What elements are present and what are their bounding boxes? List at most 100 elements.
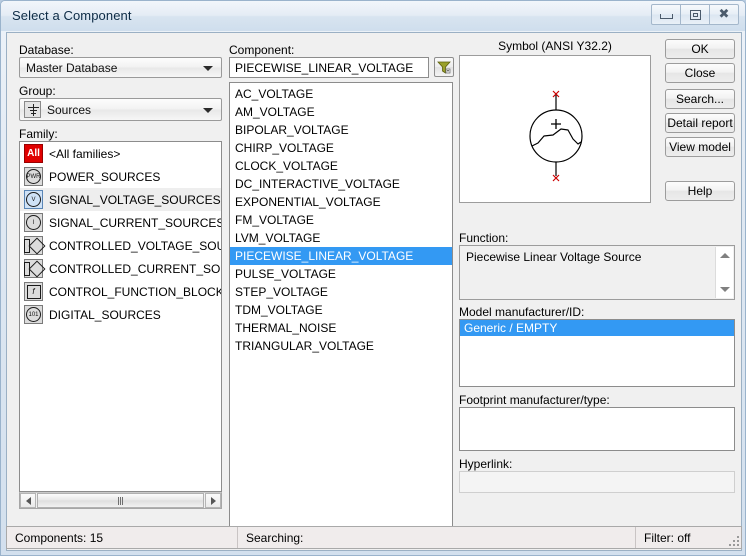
maximize-button[interactable] <box>680 4 710 25</box>
scroll-thumb[interactable] <box>37 493 204 508</box>
triangle-left-icon <box>25 496 31 505</box>
footprint-value <box>460 408 734 424</box>
database-label: Database: <box>19 43 74 57</box>
component-list-item[interactable]: PULSE_VOLTAGE <box>230 265 452 283</box>
triangle-right-icon <box>210 496 216 505</box>
model-manufacturer-item[interactable]: Generic / EMPTY <box>460 320 734 336</box>
component-list-item[interactable]: TRIANGULAR_VOLTAGE <box>230 337 452 355</box>
ok-button[interactable]: OK <box>665 39 735 59</box>
family-list-item-label: CONTROL_FUNCTION_BLOCKS <box>49 284 222 299</box>
family-list-item-label: DIGITAL_SOURCES <box>49 307 161 322</box>
footprint-listbox[interactable] <box>459 407 735 451</box>
help-button[interactable]: Help <box>665 181 735 201</box>
family-list-item-label: SIGNAL_CURRENT_SOURCES <box>49 215 222 230</box>
model-manufacturer-label: Model manufacturer/ID: <box>459 305 585 319</box>
component-list-item[interactable]: PIECEWISE_LINEAR_VOLTAGE <box>230 247 452 265</box>
component-list-item[interactable]: THERMAL_NOISE <box>230 319 452 337</box>
component-search-input[interactable]: PIECEWISE_LINEAR_VOLTAGE <box>229 57 429 78</box>
controlled-current-sources-icon <box>24 259 46 278</box>
filter-button[interactable] <box>434 57 454 77</box>
maximize-icon <box>689 9 701 20</box>
title-bar: Select a Component ✖ <box>1 1 745 31</box>
view-model-button[interactable]: View model <box>665 137 735 157</box>
status-components: Components: 15 <box>15 530 104 545</box>
control-function-blocks-icon: f <box>24 282 43 301</box>
database-combo[interactable]: Master Database <box>19 57 222 78</box>
minimize-button[interactable] <box>651 4 681 25</box>
hyperlink-input[interactable] <box>459 471 735 493</box>
sources-group-icon <box>24 101 41 118</box>
resize-grip-icon[interactable] <box>727 534 739 546</box>
controlled-voltage-sources-icon <box>24 236 46 255</box>
scroll-right-button[interactable] <box>205 493 221 508</box>
status-filter: Filter: off <box>635 527 741 548</box>
piecewise-linear-voltage-source-symbol <box>529 90 583 182</box>
component-list-item[interactable]: FM_VOLTAGE <box>230 211 452 229</box>
caption-button-group: ✖ <box>651 4 739 25</box>
component-label: Component: <box>229 43 295 57</box>
signal-voltage-sources-icon: V <box>24 190 43 209</box>
component-list-item[interactable]: CLOCK_VOLTAGE <box>230 157 452 175</box>
component-list-item[interactable]: CHIRP_VOLTAGE <box>230 139 452 157</box>
triangle-up-icon <box>719 253 730 258</box>
component-list-item[interactable]: TDM_VOLTAGE <box>230 301 452 319</box>
scroll-down-button[interactable] <box>716 281 733 298</box>
minimize-icon <box>659 14 673 19</box>
power-sources-icon: PWR <box>24 167 43 186</box>
status-bar: Components: 15 Searching: Filter: off <box>6 526 742 549</box>
family-list-item[interactable]: V SIGNAL_VOLTAGE_SOURCES <box>20 188 221 211</box>
family-list-item[interactable]: CONTROLLED_CURRENT_SOURCES <box>20 257 221 280</box>
function-value: Piecewise Linear Voltage Source <box>466 250 642 264</box>
function-label: Function: <box>459 231 509 245</box>
digital-sources-icon: 101 <box>24 305 43 324</box>
database-combo-value: Master Database <box>26 60 118 75</box>
scroll-left-button[interactable] <box>20 493 36 508</box>
function-box[interactable]: Piecewise Linear Voltage Source <box>459 245 735 300</box>
component-list-item[interactable]: AM_VOLTAGE <box>230 103 452 121</box>
model-manufacturer-listbox[interactable]: Generic / EMPTY <box>459 319 735 387</box>
component-list-item[interactable]: EXPONENTIAL_VOLTAGE <box>230 193 452 211</box>
grip-icon <box>117 496 124 505</box>
family-list-item-label: POWER_SOURCES <box>49 169 161 184</box>
all-families-icon: All <box>24 144 43 163</box>
component-list-item[interactable]: BIPOLAR_VOLTAGE <box>230 121 452 139</box>
group-combo[interactable]: Sources <box>19 98 222 121</box>
component-list-item[interactable]: AC_VOLTAGE <box>230 85 452 103</box>
detail-report-button[interactable]: Detail report <box>665 113 735 133</box>
close-button-caption[interactable]: ✖ <box>709 4 739 25</box>
component-list-item[interactable]: DC_INTERACTIVE_VOLTAGE <box>230 175 452 193</box>
family-label: Family: <box>19 127 58 141</box>
component-listbox[interactable]: AC_VOLTAGE AM_VOLTAGE BIPOLAR_VOLTAGE CHIRP… <box>229 82 453 541</box>
chevron-down-icon <box>203 107 213 113</box>
family-listbox[interactable]: All <All families> PWR POWER_SOURCES V SIGNAL… <box>19 141 222 492</box>
family-list-item[interactable]: I SIGNAL_CURRENT_SOURCES <box>20 211 221 234</box>
group-combo-value: Sources <box>47 102 92 117</box>
family-list-item[interactable]: 101 DIGITAL_SOURCES <box>20 303 221 326</box>
close-button[interactable]: Close <box>665 63 735 83</box>
window-title: Select a Component <box>12 8 132 23</box>
symbol-title: Symbol (ANSI Y32.2) <box>498 39 612 53</box>
component-list-item[interactable]: STEP_VOLTAGE <box>230 283 452 301</box>
search-button[interactable]: Search... <box>665 89 735 109</box>
status-searching: Searching: <box>237 527 635 548</box>
dialog-client: Database: Master Database Group: Sources… <box>6 32 742 551</box>
family-list-item-label: SIGNAL_VOLTAGE_SOURCES <box>49 192 221 207</box>
function-vertical-scrollbar[interactable] <box>715 247 733 298</box>
signal-current-sources-icon: I <box>24 213 43 232</box>
family-list-item[interactable]: All <All families> <box>20 142 221 165</box>
scroll-up-button[interactable] <box>716 247 733 264</box>
group-label: Group: <box>19 84 56 98</box>
select-component-dialog: Select a Component ✖ Database: Master Da… <box>0 0 746 556</box>
close-icon: ✖ <box>718 7 730 22</box>
family-list-item-label: CONTROLLED_VOLTAGE_SOURCES <box>49 238 221 253</box>
component-search-value: PIECEWISE_LINEAR_VOLTAGE <box>235 60 414 75</box>
component-list-item[interactable]: LVM_VOLTAGE <box>230 229 452 247</box>
family-horizontal-scrollbar[interactable] <box>19 492 222 509</box>
family-list-item[interactable]: f CONTROL_FUNCTION_BLOCKS <box>20 280 221 303</box>
symbol-preview <box>459 55 651 203</box>
family-list-item-label: CONTROLLED_CURRENT_SOURCES <box>49 261 221 276</box>
family-list-item[interactable]: CONTROLLED_VOLTAGE_SOURCES <box>20 234 221 257</box>
filter-funnel-icon <box>437 61 451 74</box>
chevron-down-icon <box>203 65 213 71</box>
family-list-item[interactable]: PWR POWER_SOURCES <box>20 165 221 188</box>
